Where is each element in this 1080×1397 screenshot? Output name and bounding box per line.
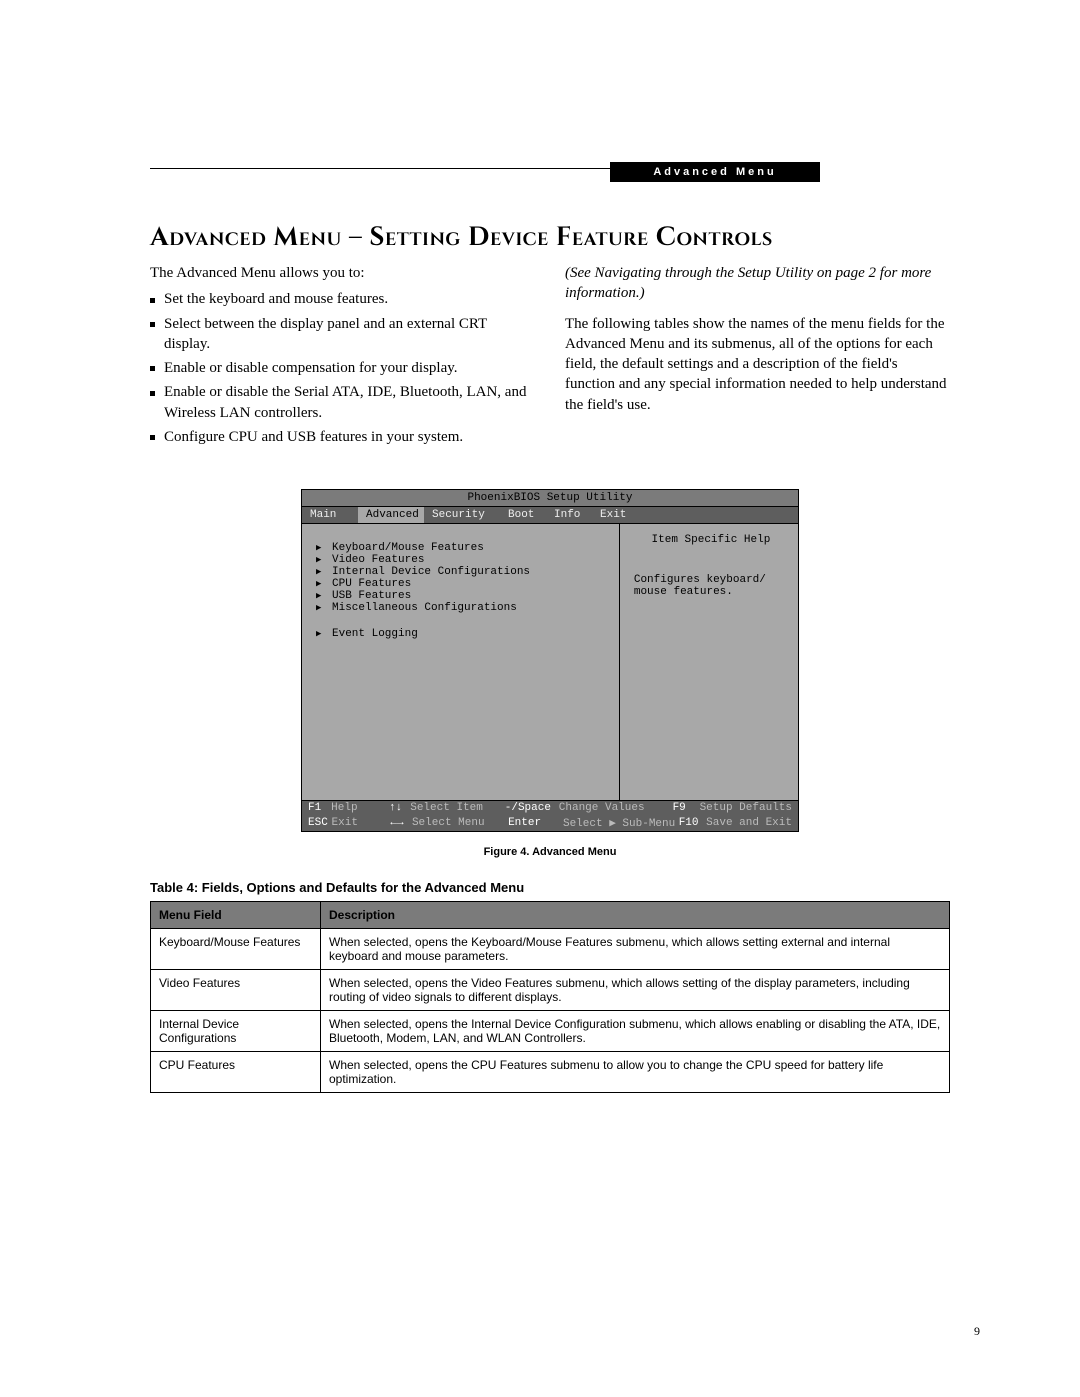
page-number: 9	[974, 1324, 980, 1339]
table-row: Keyboard/Mouse Features When selected, o…	[151, 929, 950, 970]
bullet-item: Select between the display panel and an …	[150, 314, 535, 355]
label-setup-defaults: Setup Defaults	[700, 802, 792, 814]
menu-item-keyboard-mouse[interactable]: Keyboard/Mouse Features	[316, 542, 609, 554]
label-help: Help	[331, 802, 389, 814]
bullet-item: Enable or disable compensation for your …	[150, 358, 535, 378]
bios-screenshot: PhoenixBIOS Setup Utility Main Advanced …	[301, 489, 799, 832]
bios-tab-bar: Main Advanced Security Boot Info Exit	[302, 507, 798, 524]
cell-menu-field: Internal Device Configurations	[151, 1011, 321, 1052]
page-title: Advanced Menu – Setting Device Feature C…	[150, 220, 950, 255]
menu-item-video-features[interactable]: Video Features	[316, 554, 609, 566]
table-caption: Table 4: Fields, Options and Defaults fo…	[150, 880, 950, 895]
cell-menu-field: Video Features	[151, 970, 321, 1011]
cell-description: When selected, opens the Keyboard/Mouse …	[321, 929, 950, 970]
menu-item-event-logging[interactable]: Event Logging	[316, 628, 609, 640]
table-row: CPU Features When selected, opens the CP…	[151, 1052, 950, 1093]
label-select-submenu: Select ▶ Sub-Menu	[563, 816, 679, 830]
label-select-menu: Select Menu	[412, 817, 508, 829]
figure-caption: Figure 4. Advanced Menu	[150, 846, 950, 858]
tab-security[interactable]: Security	[424, 507, 500, 523]
bullet-item: Enable or disable the Serial ATA, IDE, B…	[150, 382, 535, 423]
tab-exit[interactable]: Exit	[592, 507, 638, 523]
explanatory-paragraph: The following tables show the names of t…	[565, 314, 950, 415]
bios-footer-row: F1 Help ↑↓ Select Item -/Space Change Va…	[302, 801, 798, 815]
cell-description: When selected, opens the Video Features …	[321, 970, 950, 1011]
bios-help-text: Configures keyboard/ mouse features.	[634, 574, 788, 598]
intro-text: The Advanced Menu allows you to:	[150, 263, 535, 283]
page: Advanced Menu Advanced Menu – Setting De…	[0, 0, 1080, 1397]
right-column: (See Navigating through the Setup Utilit…	[565, 263, 950, 451]
menu-item-misc-config[interactable]: Miscellaneous Configurations	[316, 602, 609, 614]
menu-item-usb-features[interactable]: USB Features	[316, 590, 609, 602]
bios-help-title: Item Specific Help	[634, 534, 788, 546]
col-header-description: Description	[321, 902, 950, 929]
left-column: The Advanced Menu allows you to: Set the…	[150, 263, 535, 451]
tab-info[interactable]: Info	[546, 507, 592, 523]
bios-help-pane: Item Specific Help Configures keyboard/ …	[619, 524, 798, 800]
cell-menu-field: Keyboard/Mouse Features	[151, 929, 321, 970]
bullet-item: Configure CPU and USB features in your s…	[150, 427, 535, 447]
bios-footer-row: ESC Exit ←→ Select Menu Enter Select ▶ S…	[302, 815, 798, 831]
label-save-exit: Save and Exit	[706, 817, 792, 829]
col-header-menu-field: Menu Field	[151, 902, 321, 929]
label-change-values: Change Values	[559, 802, 673, 814]
section-header-band: Advanced Menu	[610, 162, 820, 182]
key-f9: F9	[673, 802, 700, 814]
menu-item-cpu-features[interactable]: CPU Features	[316, 578, 609, 590]
table-row: Video Features When selected, opens the …	[151, 970, 950, 1011]
key-f1: F1	[308, 802, 331, 814]
bios-footer: F1 Help ↑↓ Select Item -/Space Change Va…	[302, 800, 798, 831]
label-exit: Exit	[332, 817, 391, 829]
key-esc: ESC	[308, 817, 332, 829]
menu-item-internal-device[interactable]: Internal Device Configurations	[316, 566, 609, 578]
key-enter: Enter	[508, 817, 563, 829]
key-space: -/Space	[505, 802, 559, 814]
bios-body: Keyboard/Mouse Features Video Features I…	[302, 524, 798, 800]
menu-gap	[316, 614, 609, 628]
cell-description: When selected, opens the Internal Device…	[321, 1011, 950, 1052]
tab-advanced[interactable]: Advanced	[358, 507, 424, 523]
cell-menu-field: CPU Features	[151, 1052, 321, 1093]
feature-bullets: Set the keyboard and mouse features. Sel…	[150, 289, 535, 447]
tab-boot[interactable]: Boot	[500, 507, 546, 523]
bios-title: PhoenixBIOS Setup Utility	[302, 490, 798, 507]
nav-note: (See Navigating through the Setup Utilit…	[565, 263, 950, 304]
key-f10: F10	[679, 817, 706, 829]
advanced-menu-table: Menu Field Description Keyboard/Mouse Fe…	[150, 901, 950, 1093]
bios-menu: Keyboard/Mouse Features Video Features I…	[302, 524, 619, 800]
two-column-body: The Advanced Menu allows you to: Set the…	[150, 263, 950, 451]
label-select-item: Select Item	[410, 802, 505, 814]
cell-description: When selected, opens the CPU Features su…	[321, 1052, 950, 1093]
table-row: Internal Device Configurations When sele…	[151, 1011, 950, 1052]
tab-main[interactable]: Main	[302, 507, 358, 523]
key-updown: ↑↓	[389, 802, 410, 814]
key-leftright: ←→	[390, 817, 412, 829]
bullet-item: Set the keyboard and mouse features.	[150, 289, 535, 309]
